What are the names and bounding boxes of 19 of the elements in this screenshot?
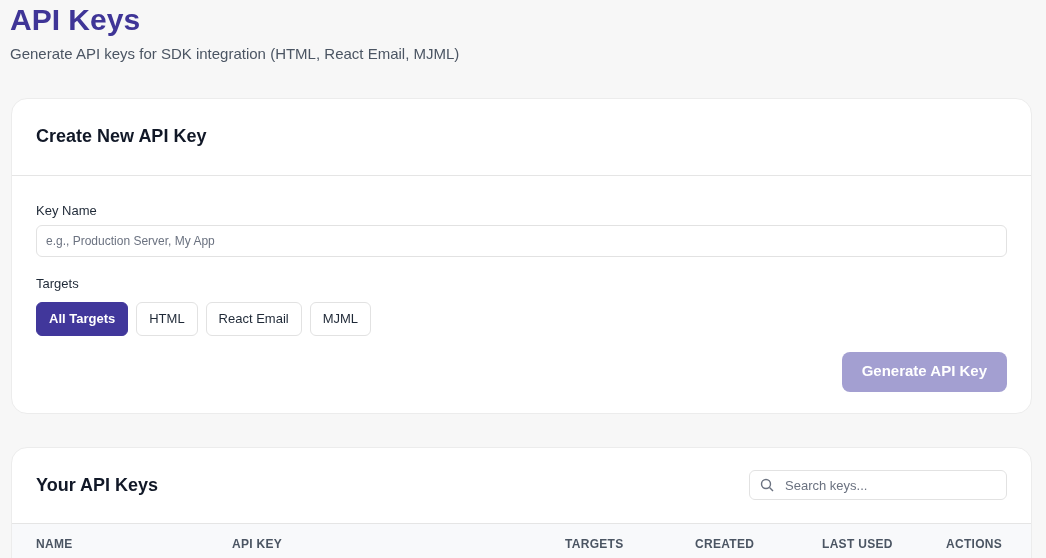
target-chip[interactable]: All Targets	[36, 301, 129, 336]
field-label: Key Name	[36, 201, 98, 220]
target-chip[interactable]: MJML	[309, 301, 372, 336]
card-title: Create New API Key	[36, 125, 207, 148]
target-chip[interactable]: React Email	[205, 301, 302, 336]
page-title: API Keys	[10, 2, 142, 38]
page-subtitle: Generate API keys for SDK integration (HTML, React Email, MJML)	[10, 44, 461, 64]
column-header: ACTIONS	[946, 535, 1004, 553]
column-header: TARGETS	[565, 535, 625, 553]
column-header: LAST USED	[822, 535, 894, 553]
column-header: API KEY	[232, 535, 284, 553]
column-header: CREATED	[695, 535, 756, 553]
card-title: Your API Keys	[36, 473, 159, 497]
field-label: Targets	[36, 275, 80, 293]
search-field[interactable]: Search keys...	[749, 470, 1007, 500]
target-chip[interactable]: HTML	[136, 301, 198, 336]
column-header: NAME	[36, 535, 74, 553]
search-icon	[760, 478, 774, 492]
key-name-field[interactable]: e.g., Production Server, My App	[36, 225, 1007, 257]
